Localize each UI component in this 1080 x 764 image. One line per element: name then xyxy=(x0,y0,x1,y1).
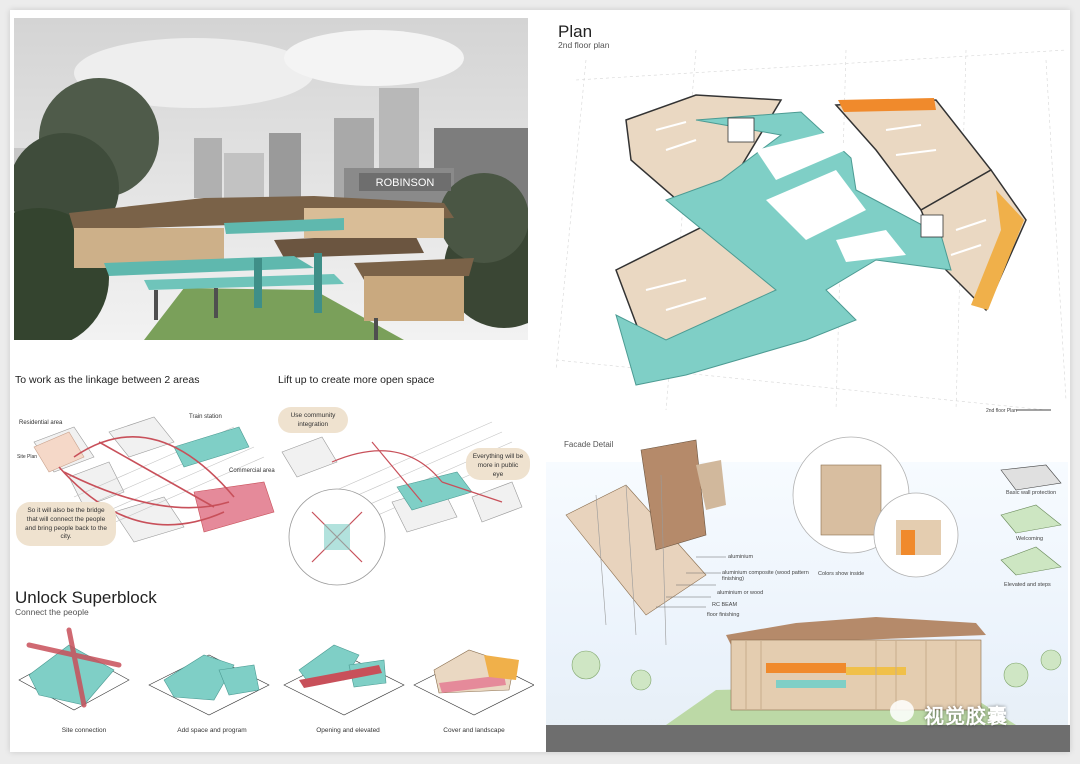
step-site-connection: Site connection xyxy=(61,727,107,734)
superblock-title: Unlock Superblock xyxy=(15,588,157,607)
step-add-space: Add space and program xyxy=(177,727,247,734)
roof-elevated-label: Elevated and steps xyxy=(1004,582,1051,588)
train-station-label: Train station xyxy=(189,414,222,420)
render-photo: ROBINSON xyxy=(14,18,528,340)
commercial-area-label: Commercial area xyxy=(229,468,275,474)
step-opening-elevated: Opening and elevated xyxy=(316,727,380,734)
superblock-steps-diagram xyxy=(18,627,534,716)
floor-plan-drawing: 2nd floor Plan xyxy=(555,49,1067,414)
material-label-4: RC BEAM xyxy=(712,602,738,608)
colors-inside-note: Colors show inside xyxy=(818,571,865,577)
linkage-bubble: So it will also be the bridge that will … xyxy=(16,502,116,546)
superblock-subtitle: Connect the people xyxy=(15,607,89,617)
robinson-sign: ROBINSON xyxy=(376,177,435,189)
presentation-board: ROBINSON Plan 2nd floor plan 2nd floor P… xyxy=(10,10,1070,752)
material-label-2: aluminium composite (wood pattern finish… xyxy=(722,570,809,582)
roof-welcoming-label: Welcoming xyxy=(1016,536,1044,542)
open-space-diagram-title: Lift up to create more open space xyxy=(278,374,435,386)
residential-area-label: Residential area xyxy=(19,420,63,426)
step-cover-landscape: Cover and landscape xyxy=(443,727,505,734)
wechat-icon xyxy=(890,700,914,722)
plan-title: Plan xyxy=(558,22,593,41)
plan-legend-title: 2nd floor Plan xyxy=(986,408,1017,414)
material-label-5: floor finishing xyxy=(707,612,740,618)
watermark-text: 视觉胶囊 xyxy=(924,706,1008,728)
roof-basic-wall-label: Basic wall protection xyxy=(1006,490,1057,496)
material-label-3: aluminium or wood xyxy=(717,590,764,596)
public-eye-bubble: Everything will be more in public eye xyxy=(466,448,530,480)
linkage-diagram-title: To work as the linkage between 2 areas xyxy=(15,374,200,386)
site-plan-label: Site Plan xyxy=(17,454,37,460)
community-integration-bubble: Use community integration xyxy=(278,407,348,433)
building-render-illustration: ROBINSON xyxy=(14,18,528,340)
material-label-1: aluminium xyxy=(728,554,754,560)
